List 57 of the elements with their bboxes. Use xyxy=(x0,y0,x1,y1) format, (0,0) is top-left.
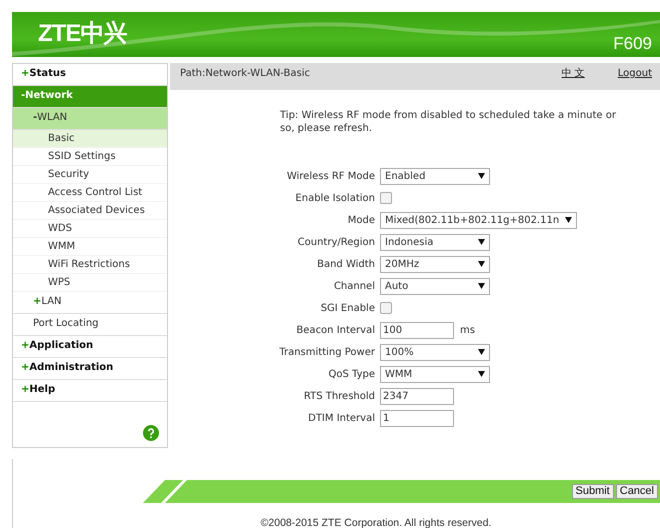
dropdown-field[interactable]: 100% xyxy=(380,344,490,360)
sidebar-item[interactable]: WiFi Restrictions xyxy=(13,256,167,274)
sidebar-item[interactable]: -WLAN xyxy=(13,108,167,130)
input-field[interactable]: 2347 xyxy=(380,388,454,404)
field-label: Beacon Interval xyxy=(295,324,376,338)
checkbox[interactable] xyxy=(380,302,392,314)
sidebar-item[interactable]: Security xyxy=(13,166,167,184)
caret-icon xyxy=(478,283,485,289)
dropdown-field[interactable]: Indonesia xyxy=(380,234,490,250)
input-field[interactable]: 1 xyxy=(380,410,454,426)
field-label: QoS Type xyxy=(328,368,376,382)
dropdown-field[interactable]: 20MHz xyxy=(380,256,490,272)
tip-text: Tip: Wireless RF mode from disabled to scheduled take a minute or so, please refresh. xyxy=(280,109,617,135)
unit-label: ms xyxy=(460,324,475,338)
dropdown-field[interactable]: Mixed(802.11b+802.11g+802.11n xyxy=(380,212,578,228)
sidebar-item[interactable]: +LAN xyxy=(13,292,167,314)
field-label: Mode xyxy=(346,214,376,228)
input-field[interactable]: 100 xyxy=(380,322,454,338)
model-name: F609 xyxy=(613,35,652,52)
caret-icon xyxy=(478,261,485,267)
caret-icon xyxy=(478,239,485,245)
sidebar-item[interactable]: +Administration xyxy=(13,358,167,380)
field-label: SGI Enable xyxy=(320,302,376,316)
cancel-button[interactable]: Cancel xyxy=(616,484,658,499)
help-icon[interactable] xyxy=(143,425,159,441)
field-label: DTIM Interval xyxy=(307,412,376,426)
dropdown-field[interactable]: WMM xyxy=(380,366,490,382)
field-label: Band Width xyxy=(316,258,376,272)
sidebar-item[interactable]: Associated Devices xyxy=(13,202,167,220)
field-label: RTS Threshold xyxy=(302,390,376,404)
field-label: Enable Isolation xyxy=(294,192,376,206)
submit-button[interactable]: Submit xyxy=(572,484,614,499)
caret-icon xyxy=(478,173,485,179)
language-link[interactable]: 中 文 xyxy=(562,66,585,90)
sidebar-item[interactable]: SSID Settings xyxy=(13,148,167,166)
logo: ZTE中兴 xyxy=(38,22,126,46)
caret-icon xyxy=(478,371,485,377)
checkbox[interactable] xyxy=(380,192,392,204)
sidebar-item[interactable]: WDS xyxy=(13,220,167,238)
sidebar-item[interactable]: +Application xyxy=(13,336,167,358)
logout-link[interactable]: Logout xyxy=(618,66,652,90)
path-text: Path:Network-WLAN-Basic xyxy=(180,67,312,81)
sidebar-item[interactable]: Access Control List xyxy=(13,184,167,202)
caret-icon xyxy=(478,349,485,355)
dropdown-field[interactable]: Auto xyxy=(380,278,490,294)
caret-icon xyxy=(565,217,572,223)
sidebar-item[interactable]: Port Locating xyxy=(13,314,167,336)
field-label: Channel xyxy=(332,280,376,294)
sidebar-item[interactable]: WPS xyxy=(13,274,167,292)
field-label: Wireless RF Mode xyxy=(286,170,376,184)
dropdown-field[interactable]: Enabled xyxy=(380,168,490,184)
field-label: Country/Region xyxy=(296,236,376,250)
sidebar-item[interactable]: Basic xyxy=(13,130,167,148)
sidebar-item[interactable]: +Help xyxy=(13,380,167,402)
sidebar-item[interactable]: WMM xyxy=(13,238,167,256)
field-label: Transmitting Power xyxy=(278,346,376,360)
copyright-text: ©2008-2015 ZTE Corporation. All rights reserved. xyxy=(260,517,492,528)
